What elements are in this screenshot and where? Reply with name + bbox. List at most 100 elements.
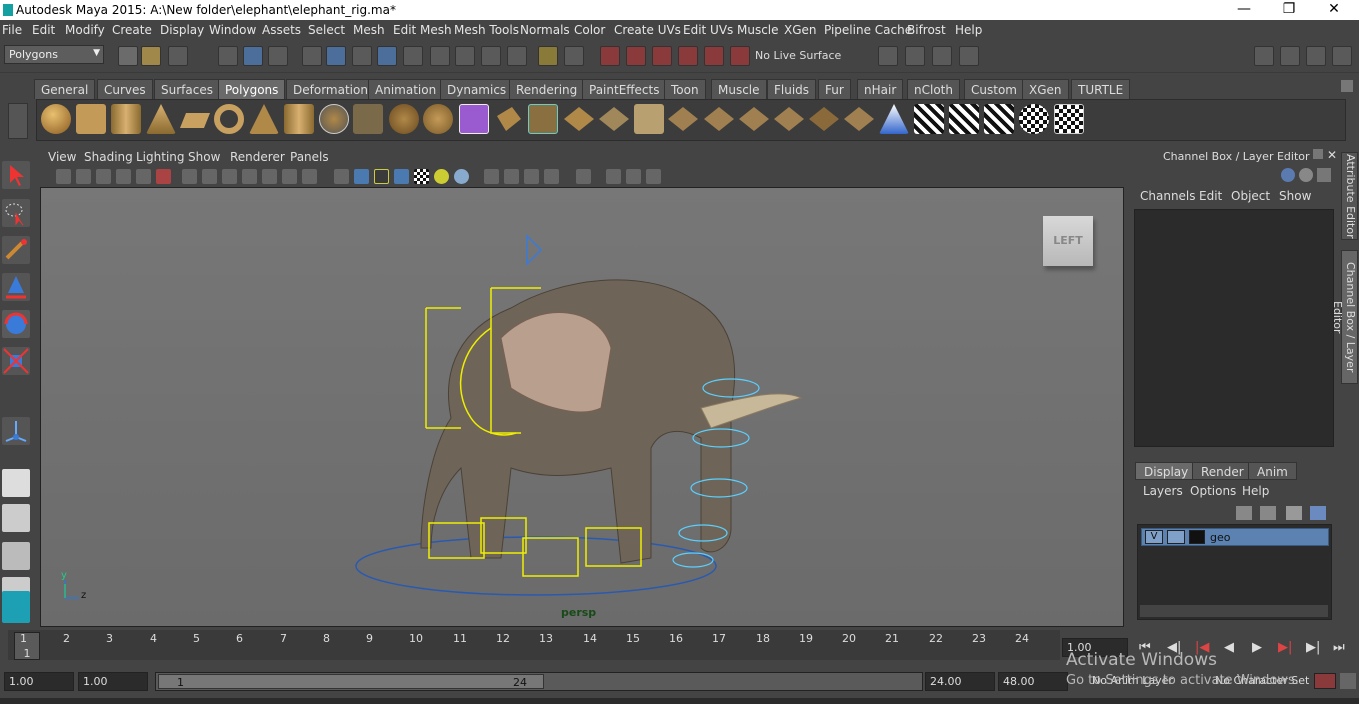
- move-layer-up-icon[interactable]: [1236, 506, 1252, 520]
- tab-turtle[interactable]: TURTLE: [1071, 79, 1131, 99]
- panel-menu-show[interactable]: Show: [188, 150, 220, 164]
- new-scene-icon[interactable]: [118, 46, 138, 66]
- tab-anim[interactable]: Anim: [1248, 462, 1297, 480]
- menu-edit-mesh[interactable]: Edit Mesh: [393, 23, 452, 37]
- menu-display[interactable]: Display: [160, 23, 204, 37]
- poly-pipe-icon[interactable]: [284, 104, 314, 134]
- xray-joints-icon[interactable]: [606, 169, 621, 184]
- menu-modify[interactable]: Modify: [65, 23, 105, 37]
- trash-icon[interactable]: [1341, 80, 1353, 92]
- menu-help[interactable]: Help: [955, 23, 982, 37]
- channel-edit-menu[interactable]: Edit: [1199, 189, 1222, 203]
- menu-pipeline-cache[interactable]: Pipeline Cache: [824, 23, 912, 37]
- menu-select[interactable]: Select: [308, 23, 345, 37]
- tab-muscle[interactable]: Muscle: [711, 79, 767, 99]
- panel-menu-view[interactable]: View: [48, 150, 76, 164]
- wireframe-icon[interactable]: [334, 169, 349, 184]
- menu-muscle[interactable]: Muscle: [737, 23, 779, 37]
- minimize-button[interactable]: —: [1221, 0, 1267, 20]
- tab-toon[interactable]: Toon: [664, 79, 706, 99]
- play-forwards-icon[interactable]: ▶: [1252, 640, 1262, 655]
- xray-icon[interactable]: [394, 169, 409, 184]
- tab-dynamics[interactable]: Dynamics: [440, 79, 514, 99]
- new-empty-layer-icon[interactable]: [1286, 506, 1302, 520]
- safe-action-icon[interactable]: [282, 169, 297, 184]
- channel-box-toggle-icon[interactable]: [1332, 46, 1352, 66]
- poly-cylinder-icon[interactable]: [111, 104, 141, 134]
- select-handle-icon[interactable]: [326, 46, 346, 66]
- split-polygon-icon[interactable]: [599, 107, 629, 131]
- spherical-mapping-icon[interactable]: [984, 104, 1014, 134]
- tab-painteffects[interactable]: PaintEffects: [582, 79, 667, 99]
- menu-create[interactable]: Create: [112, 23, 152, 37]
- lasso-tool-icon[interactable]: [2, 199, 30, 227]
- tab-fluids[interactable]: Fluids: [767, 79, 817, 99]
- close-panel-icon[interactable]: ✕: [1327, 148, 1337, 162]
- merge-vertices-icon[interactable]: [739, 107, 769, 131]
- current-frame-marker[interactable]: 1: [14, 632, 40, 660]
- single-perspective-layout-icon[interactable]: [2, 469, 30, 497]
- cylindrical-mapping-icon[interactable]: [949, 104, 979, 134]
- play-backwards-icon[interactable]: ◀: [1224, 640, 1234, 655]
- poly-plane-icon[interactable]: [180, 113, 210, 128]
- playback-end-field[interactable]: 24.00: [925, 672, 995, 691]
- tab-animation[interactable]: Animation: [368, 79, 444, 99]
- poly-pyramid-icon[interactable]: [249, 104, 279, 134]
- animation-preferences-icon[interactable]: [1340, 673, 1356, 689]
- resolution-gate-icon[interactable]: [222, 169, 237, 184]
- float-panel-icon[interactable]: [1313, 149, 1323, 159]
- time-slider[interactable]: 1 1 2 3 4 5 6 7 8 9 10 11 12 13 14 15 16…: [8, 630, 1060, 660]
- tab-ncloth[interactable]: nCloth: [907, 79, 960, 99]
- rotate-tool-icon[interactable]: [2, 310, 30, 338]
- smooth-shade-icon[interactable]: [354, 169, 369, 184]
- manipulator-tool-icon[interactable]: [2, 417, 30, 445]
- outliner-layout-icon[interactable]: [2, 542, 30, 570]
- new-layer-selected-icon[interactable]: [1310, 506, 1326, 520]
- attribute-editor-tab[interactable]: Attribute Editor: [1341, 152, 1358, 240]
- tool-settings-toggle-icon[interactable]: [1306, 46, 1326, 66]
- close-button[interactable]: ✕: [1311, 0, 1357, 20]
- snap-grid-icon[interactable]: [600, 46, 620, 66]
- menu-normals[interactable]: Normals: [520, 23, 570, 37]
- screen-space-ao-icon[interactable]: [484, 169, 499, 184]
- make-live-icon[interactable]: [730, 46, 750, 66]
- snap-view-plane-icon[interactable]: [678, 46, 698, 66]
- manipulator-icon[interactable]: [1299, 168, 1313, 182]
- render-settings-icon[interactable]: [959, 46, 979, 66]
- channel-box-tab[interactable]: Channel Box / Layer Editor: [1331, 250, 1358, 384]
- share-icon[interactable]: [646, 169, 661, 184]
- layer-color-swatch[interactable]: [1189, 530, 1205, 544]
- channel-show-menu[interactable]: Show: [1279, 189, 1311, 203]
- menu-set-dropdown[interactable]: Polygons ▼: [4, 45, 104, 64]
- menu-mesh[interactable]: Mesh: [353, 23, 385, 37]
- smooth-icon[interactable]: [423, 104, 453, 134]
- speed-icon[interactable]: [1317, 168, 1331, 182]
- grid-icon[interactable]: [182, 169, 197, 184]
- layer-type-toggle[interactable]: [1167, 530, 1185, 544]
- tab-polygons[interactable]: Polygons: [218, 79, 286, 99]
- attribute-editor-toggle-icon[interactable]: [1280, 46, 1300, 66]
- layer-visibility-toggle[interactable]: V: [1145, 530, 1163, 544]
- playback-start-field[interactable]: 1.00: [78, 672, 148, 691]
- range-slider[interactable]: 1 24: [155, 672, 923, 691]
- snap-point-icon[interactable]: [652, 46, 672, 66]
- menu-mesh-tools[interactable]: Mesh Tools: [454, 23, 519, 37]
- select-camera-icon[interactable]: [56, 169, 71, 184]
- fill-hole-icon[interactable]: [809, 107, 839, 131]
- planar-mapping-icon[interactable]: [914, 104, 944, 134]
- animation-start-field[interactable]: 1.00: [4, 672, 74, 691]
- select-render-icon[interactable]: [481, 46, 501, 66]
- paint-select-tool-icon[interactable]: [2, 236, 30, 264]
- lock-selection-icon[interactable]: [538, 46, 558, 66]
- tab-surfaces[interactable]: Surfaces: [154, 79, 220, 99]
- shelf-options-icon[interactable]: [8, 103, 28, 139]
- open-scene-icon[interactable]: [141, 46, 161, 66]
- render-frame-icon[interactable]: [905, 46, 925, 66]
- save-scene-icon[interactable]: [168, 46, 188, 66]
- tab-display[interactable]: Display: [1135, 462, 1198, 480]
- snap-surface-icon[interactable]: [704, 46, 724, 66]
- animation-end-field[interactable]: 48.00: [998, 672, 1068, 691]
- select-hierarchy-icon[interactable]: [218, 46, 238, 66]
- tab-curves[interactable]: Curves: [97, 79, 153, 99]
- grease-pencil-icon[interactable]: [136, 169, 151, 184]
